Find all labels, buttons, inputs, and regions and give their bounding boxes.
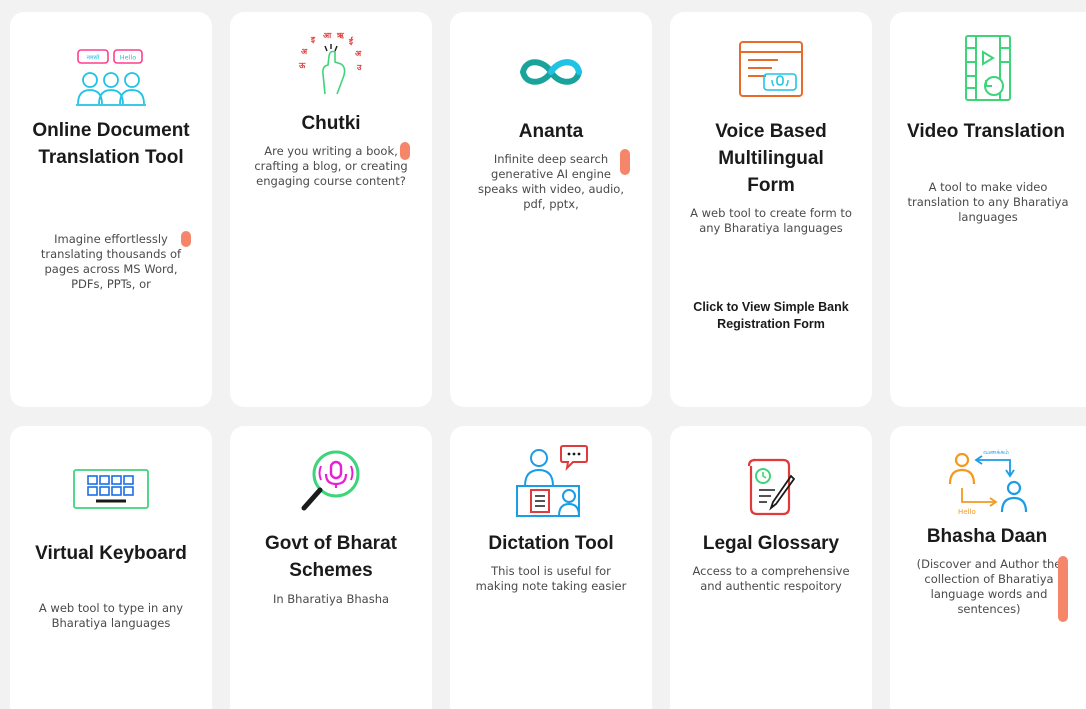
card-description: A web tool to create form to any Bharati… xyxy=(690,206,852,235)
infinity-icon xyxy=(450,52,652,92)
svg-text:अ: अ xyxy=(355,49,362,58)
card-title: Legal Glossary xyxy=(702,533,840,554)
card-govt-schemes[interactable]: Govt of Bharat Schemes In Bharatiya Bhas… xyxy=(230,426,432,709)
card-dictation-tool[interactable]: Dictation Tool This tool is useful for m… xyxy=(450,426,652,709)
keyboard-icon xyxy=(10,468,212,510)
bank-registration-form-link[interactable]: Click to View Simple Bank Registration F… xyxy=(688,299,854,333)
svg-text:வணக்கம்: வணக்கம் xyxy=(983,449,1009,456)
card-title: Bhasha Daan xyxy=(926,526,1048,547)
svg-text:आ: आ xyxy=(323,32,332,40)
card-description: In Bharatiya Bhasha xyxy=(272,592,390,606)
dictation-icon xyxy=(450,444,652,520)
card-virtual-keyboard[interactable]: Virtual Keyboard A web tool to type in a… xyxy=(10,426,212,709)
card-title: Voice Based Multilingual Form xyxy=(715,121,827,196)
description-scrollbar[interactable] xyxy=(620,149,630,175)
description-scrollbar[interactable] xyxy=(181,231,191,247)
language-exchange-icon: வணக்கம் Hello xyxy=(890,444,1086,516)
card-description: (Discover and Author the collection of B… xyxy=(916,557,1062,616)
card-chutki[interactable]: अइआ ऋईअ ऊउ Chutki Are you writing a book… xyxy=(230,12,432,407)
card-title: Online Document Translation Tool xyxy=(32,120,190,168)
card-legal-glossary[interactable]: Legal Glossary Access to a comprehensive… xyxy=(670,426,872,709)
snap-finger-icon: अइआ ऋईअ ऊउ xyxy=(230,32,432,98)
card-online-document-translation[interactable]: नमस्ते Hello Online Document Translation… xyxy=(10,12,212,407)
card-description: A tool to make video translation to any … xyxy=(907,180,1069,224)
svg-text:उ: उ xyxy=(356,63,362,72)
svg-text:ऊ: ऊ xyxy=(298,61,306,70)
card-video-translation[interactable]: Video Translation A tool to make video t… xyxy=(890,12,1086,407)
description-scrollbar[interactable] xyxy=(400,142,410,160)
card-description: Access to a comprehensive and authentic … xyxy=(692,564,850,593)
video-translation-icon xyxy=(890,34,1086,102)
card-description: Imagine effortlessly translating thousan… xyxy=(40,232,182,291)
card-title: Video Translation xyxy=(906,121,1066,142)
voice-form-icon xyxy=(670,40,872,98)
card-description: Are you writing a book, crafting a blog,… xyxy=(254,144,408,188)
svg-text:Hello: Hello xyxy=(958,508,976,516)
card-ananta[interactable]: Ananta Infinite deep search generative A… xyxy=(450,12,652,407)
card-description: A web tool to type in any Bharatiya lang… xyxy=(38,601,184,630)
document-translation-icon: नमस्ते Hello xyxy=(10,46,212,108)
card-title: Virtual Keyboard xyxy=(35,543,187,564)
svg-text:ई: ई xyxy=(348,36,354,46)
legal-document-icon xyxy=(670,456,872,516)
card-voice-form[interactable]: Voice Based Multilingual Form A web tool… xyxy=(670,12,872,407)
card-title: Ananta xyxy=(518,121,584,142)
svg-text:ऋ: ऋ xyxy=(336,32,345,40)
description-scrollbar[interactable] xyxy=(1058,556,1068,622)
svg-text:अ: अ xyxy=(301,47,308,56)
card-bhasha-daan[interactable]: வணக்கம் Hello Bhasha Daan (Discover and … xyxy=(890,426,1086,709)
svg-text:Hello: Hello xyxy=(120,54,136,62)
card-title: Govt of Bharat Schemes xyxy=(265,533,397,581)
card-description: This tool is useful for making note taki… xyxy=(475,564,627,593)
card-title: Dictation Tool xyxy=(488,533,614,554)
card-description: Infinite deep search generative AI engin… xyxy=(477,152,625,211)
magnifier-microphone-icon xyxy=(230,446,432,514)
card-title: Chutki xyxy=(301,113,361,134)
svg-text:इ: इ xyxy=(310,35,316,44)
svg-text:नमस्ते: नमस्ते xyxy=(87,54,100,62)
